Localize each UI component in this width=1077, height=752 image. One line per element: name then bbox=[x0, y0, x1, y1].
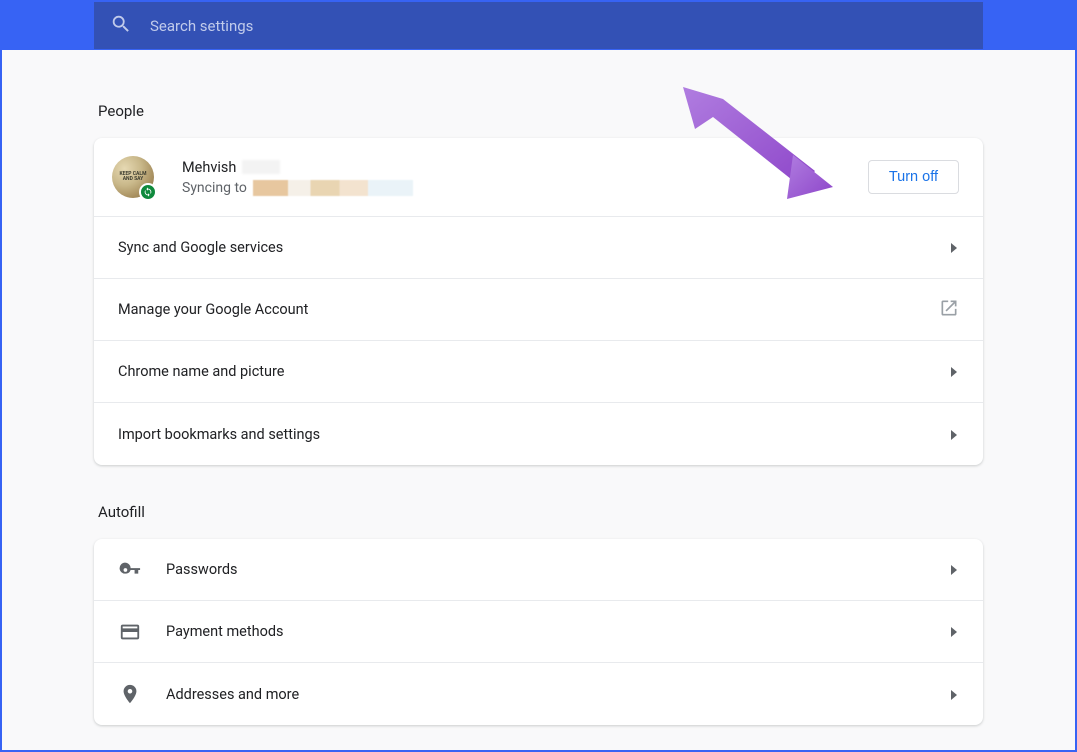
top-banner: Search settings bbox=[2, 2, 1075, 50]
row-label: Payment methods bbox=[166, 623, 949, 640]
row-manage-google-account[interactable]: Manage your Google Account bbox=[94, 279, 983, 341]
row-passwords[interactable]: Passwords bbox=[94, 539, 983, 601]
row-label: Addresses and more bbox=[166, 686, 949, 703]
row-payment-methods[interactable]: Payment methods bbox=[94, 601, 983, 663]
row-label: Passwords bbox=[166, 561, 949, 578]
sync-badge-icon bbox=[139, 183, 157, 201]
row-label: Import bookmarks and settings bbox=[118, 426, 949, 443]
people-card: KEEP CALMAND SAY Mehvish Syncing to Turn… bbox=[94, 138, 983, 465]
credit-card-icon bbox=[118, 621, 142, 643]
search-placeholder: Search settings bbox=[150, 17, 253, 35]
redacted-surname bbox=[242, 160, 280, 174]
redacted-email bbox=[253, 180, 413, 196]
chevron-right-icon bbox=[949, 238, 959, 257]
external-link-icon bbox=[939, 298, 959, 322]
chevron-right-icon bbox=[949, 622, 959, 641]
row-label: Chrome name and picture bbox=[118, 363, 949, 380]
profile-row: KEEP CALMAND SAY Mehvish Syncing to Turn… bbox=[94, 138, 983, 217]
profile-name: Mehvish bbox=[182, 159, 236, 176]
search-icon bbox=[110, 13, 132, 39]
sync-status-label: Syncing to bbox=[182, 180, 247, 196]
chevron-right-icon bbox=[949, 560, 959, 579]
chevron-right-icon bbox=[949, 362, 959, 381]
row-addresses[interactable]: Addresses and more bbox=[94, 663, 983, 725]
search-bar[interactable]: Search settings bbox=[94, 2, 983, 49]
row-import-bookmarks[interactable]: Import bookmarks and settings bbox=[94, 403, 983, 465]
location-icon bbox=[118, 683, 142, 705]
turn-off-button[interactable]: Turn off bbox=[868, 160, 959, 194]
row-label: Sync and Google services bbox=[118, 239, 949, 256]
key-icon bbox=[118, 559, 142, 581]
content-area: People KEEP CALMAND SAY Mehvish Syncing … bbox=[2, 50, 1075, 750]
row-sync-services[interactable]: Sync and Google services bbox=[94, 217, 983, 279]
section-title-autofill: Autofill bbox=[98, 503, 983, 521]
chevron-right-icon bbox=[949, 685, 959, 704]
avatar: KEEP CALMAND SAY bbox=[112, 156, 154, 198]
chevron-right-icon bbox=[949, 425, 959, 444]
section-title-people: People bbox=[98, 102, 983, 120]
row-chrome-name-picture[interactable]: Chrome name and picture bbox=[94, 341, 983, 403]
row-label: Manage your Google Account bbox=[118, 301, 939, 318]
autofill-card: Passwords Payment methods Addresses and … bbox=[94, 539, 983, 725]
